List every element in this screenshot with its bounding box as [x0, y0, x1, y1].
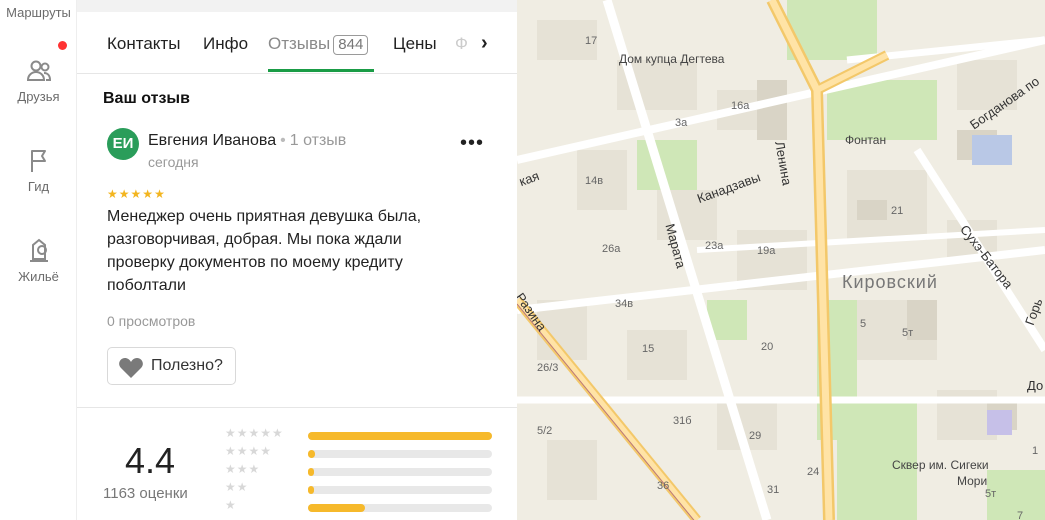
more-options-icon[interactable]: •••: [460, 133, 484, 153]
rail-guide[interactable]: Гид: [0, 147, 77, 194]
my-review-title: Ваш отзыв: [103, 90, 190, 107]
histogram-stars: ★★★★★: [225, 426, 284, 440]
tab-contacts[interactable]: Контакты: [107, 34, 180, 54]
tab-prices[interactable]: Цены: [393, 34, 437, 54]
rail-friends-label: Друзья: [17, 89, 60, 104]
histogram-stars: ★★: [225, 480, 249, 494]
map-view[interactable]: Дом купца Дегтева Фонтан Кировский Сквер…: [517, 0, 1045, 520]
star-icon: ★: [118, 187, 131, 201]
heart-icon: [119, 358, 143, 378]
rail-friends[interactable]: Друзья: [0, 57, 77, 104]
map-district-label: Кировский: [842, 272, 938, 292]
map-house-number: 23а: [705, 240, 724, 252]
rating-count: 1163 оценки: [103, 485, 188, 502]
tab-reviews[interactable]: Отзывы 844: [268, 34, 369, 55]
review-author: Евгения Иванова • 1 отзыв: [148, 132, 346, 150]
notification-dot: [58, 41, 67, 50]
rail-housing[interactable]: Жильё: [0, 235, 77, 284]
chevron-right-icon[interactable]: ›: [481, 33, 488, 53]
active-tab-underline: [268, 69, 374, 72]
histogram-fill: [308, 486, 314, 494]
map-house-number: 7: [1017, 510, 1024, 520]
histogram-track: [308, 432, 492, 440]
review-stars: ★★★★★: [107, 187, 166, 201]
dot-separator: •: [280, 132, 286, 149]
flag-icon: [30, 150, 46, 172]
map-house-number: 31б: [673, 415, 692, 427]
histogram-fill: [308, 504, 365, 512]
rail-routes[interactable]: Маршруты: [0, 5, 77, 20]
panel-top-strip: [77, 0, 517, 12]
histogram-stars: ★★★: [225, 462, 261, 476]
map-label-skver-2[interactable]: Мори: [957, 474, 987, 488]
map-house-number: 29: [749, 430, 762, 442]
map-house-number: 17: [585, 35, 598, 47]
map-label-dom-kupca[interactable]: Дом купца Дегтева: [619, 52, 724, 66]
friends-icon: [26, 60, 51, 81]
histogram-fill: [308, 450, 315, 458]
star-icon: ★: [142, 187, 155, 201]
map-house-number: 26/3: [537, 362, 559, 374]
histogram-fill: [308, 432, 492, 440]
reviews-panel: Контакты Инфо Отзывы 844 Цены Ф › Ваш отз…: [77, 0, 517, 520]
histogram-track: [308, 486, 492, 494]
map-house-number: 26а: [602, 243, 621, 255]
tab-bar: Контакты Инфо Отзывы 844 Цены Ф ›: [77, 12, 517, 74]
map-house-number: 20: [761, 341, 774, 353]
reviews-count-badge: 844: [333, 35, 369, 55]
tab-info[interactable]: Инфо: [203, 34, 248, 54]
map-house-number: 31: [767, 484, 780, 496]
rail-routes-label: Маршруты: [6, 5, 71, 20]
rail-housing-label: Жильё: [18, 269, 59, 284]
tab-next-partial[interactable]: Ф: [455, 34, 468, 54]
author-name[interactable]: Евгения Иванова: [148, 132, 276, 149]
tab-reviews-label: Отзывы: [268, 34, 331, 53]
useful-button[interactable]: Полезно?: [107, 347, 236, 385]
rating-value: 4.4: [125, 440, 176, 481]
map-label-skver[interactable]: Сквер им. Сигеки: [892, 458, 989, 472]
map-house-number: 21: [891, 205, 904, 217]
section-divider: [77, 407, 517, 408]
map-street-do: До: [1027, 378, 1044, 393]
histogram-fill: [308, 468, 314, 476]
map-house-number: 14в: [585, 175, 604, 187]
avatar[interactable]: ЕИ: [107, 128, 139, 160]
histogram-stars: ★★★★: [225, 444, 273, 458]
map-house-number: 36: [657, 480, 670, 492]
histogram-track: [308, 450, 492, 458]
histogram-track: [308, 504, 492, 512]
map-house-number: 15: [642, 343, 655, 355]
map-house-number: 5: [860, 318, 867, 330]
histogram-stars: ★: [225, 498, 237, 512]
useful-label: Полезно?: [151, 357, 223, 374]
map-label-fontan[interactable]: Фонтан: [845, 133, 886, 147]
rail-guide-label: Гид: [27, 179, 50, 194]
map-house-number: 5т: [902, 327, 914, 339]
left-rail: Маршруты Друзья Гид Жильё: [0, 0, 77, 520]
histogram-track: [308, 468, 492, 476]
map-house-number: 16а: [731, 100, 750, 112]
map-house-number: 5т: [985, 488, 997, 500]
map-house-number: 19а: [757, 245, 776, 257]
map-house-number: 24: [807, 466, 820, 478]
review-date: сегодня: [148, 154, 199, 170]
star-icon: ★: [130, 187, 143, 201]
star-icon: ★: [154, 187, 166, 201]
review-text: Менеджер очень приятная девушка была, ра…: [107, 208, 422, 294]
review-views: 0 просмотров: [107, 313, 196, 329]
map-canvas: [517, 0, 1045, 520]
map-house-number: 5/2: [537, 425, 553, 437]
housing-icon: [29, 238, 48, 262]
map-house-number: 3а: [675, 117, 688, 129]
author-reviews-count: 1 отзыв: [289, 132, 347, 149]
map-house-number: 34в: [615, 298, 634, 310]
map-house-number: 1: [1032, 445, 1039, 457]
star-icon: ★: [107, 187, 119, 201]
